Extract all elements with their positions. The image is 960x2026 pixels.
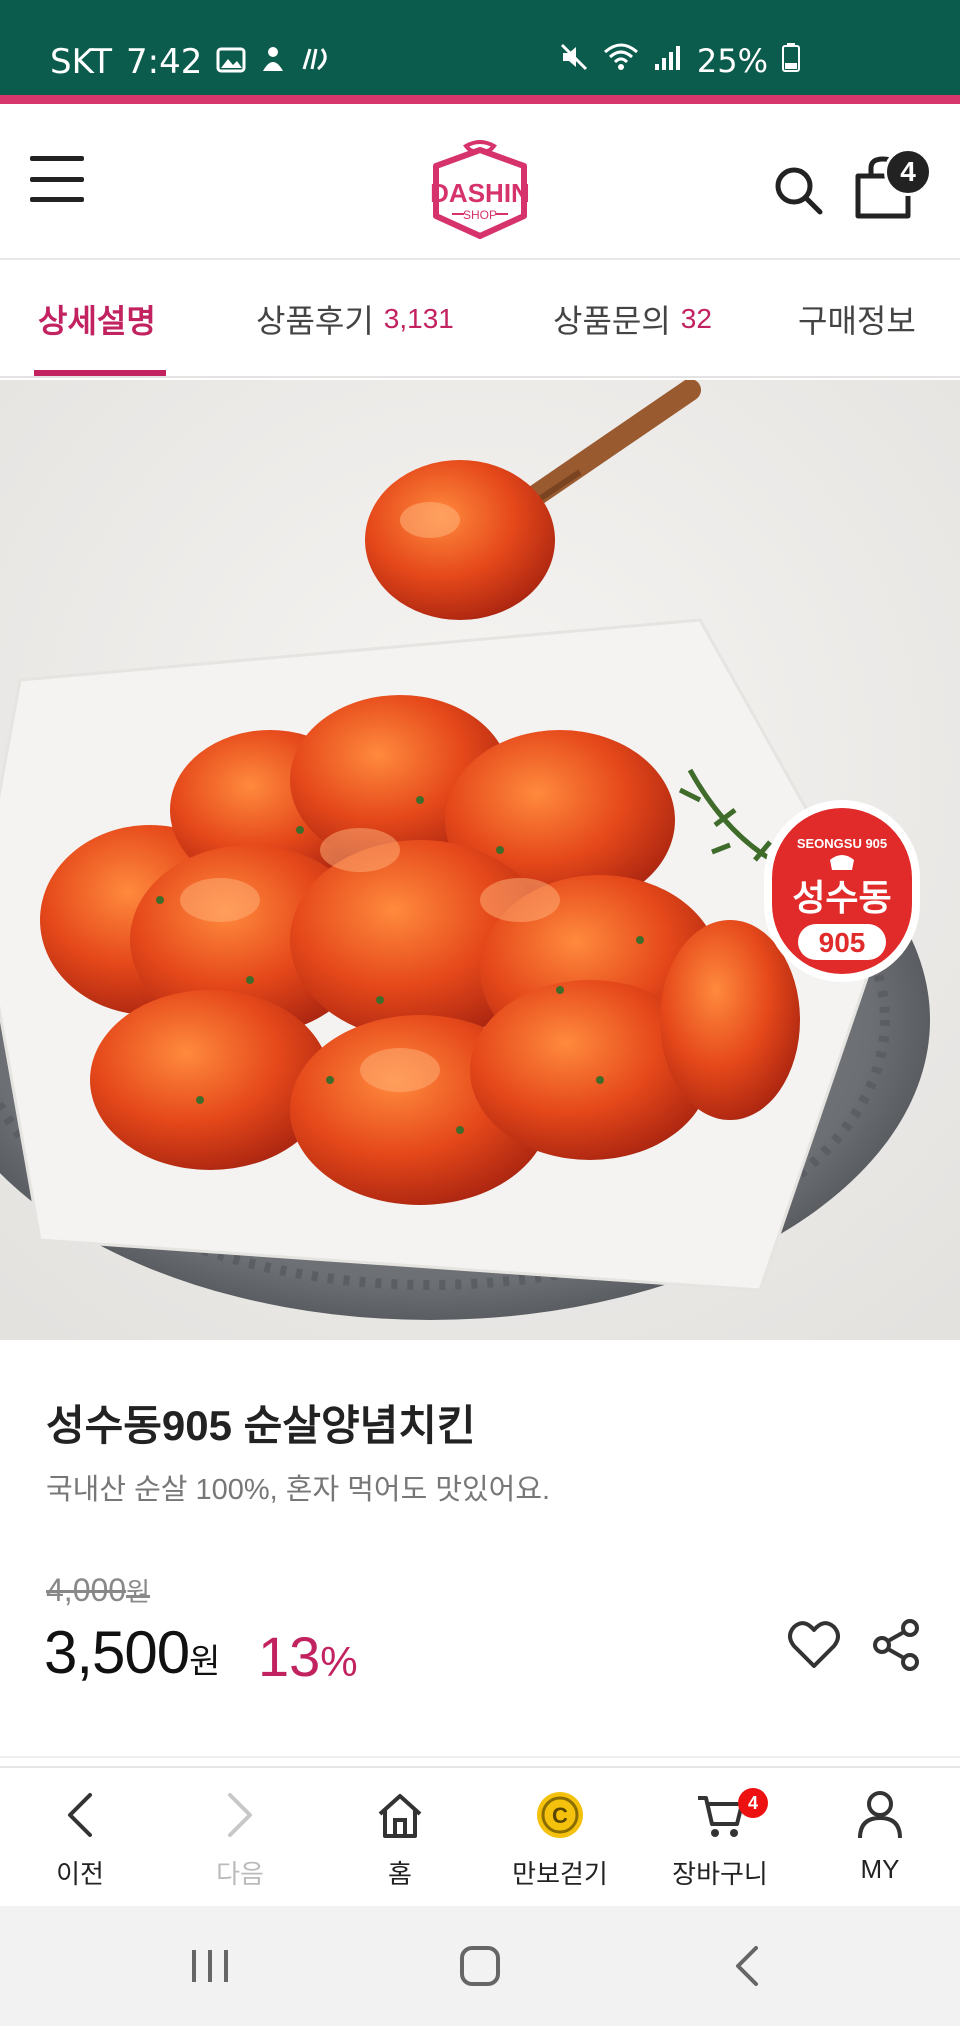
wishlist-button[interactable]: [786, 1616, 842, 1672]
hamburger-line: [30, 156, 84, 161]
mute-icon: [559, 42, 589, 80]
discount-value: 13: [258, 1625, 321, 1688]
chevron-right-icon: [213, 1788, 267, 1842]
nav-label: 홈: [388, 1859, 412, 1889]
product-tabs: 상세설명 상품후기 3,131 상품문의 32 구매정보: [0, 262, 960, 378]
back-chevron-icon: [736, 1946, 758, 1986]
status-bar-accent-line: [0, 95, 960, 104]
product-title: 성수동905 순살양념치킨: [46, 1402, 476, 1449]
share-button[interactable]: [872, 1618, 922, 1672]
original-price: 4,000원: [46, 1572, 150, 1609]
badge-top-text: SEONGSU 905: [797, 836, 887, 851]
heart-icon: [788, 1621, 840, 1668]
recent-apps-icon: [192, 1950, 228, 1982]
gallery-notification-icon: [216, 42, 246, 82]
bottom-navigation: 이전 다음 홈 C 만보걷기 장바구니 4 MY: [0, 1766, 960, 1906]
nav-my[interactable]: MY: [800, 1768, 960, 1908]
home-icon: [373, 1788, 427, 1842]
search-button[interactable]: [772, 164, 824, 216]
tab-review-count: 3,131: [383, 303, 454, 334]
user-icon: [853, 1788, 907, 1842]
badge-main-text: 성수동: [792, 878, 891, 919]
carrier-label: SKT: [50, 42, 113, 82]
tab-label: 상품후기: [256, 303, 374, 339]
svg-text:C: C: [552, 1803, 568, 1828]
coin-icon: C: [533, 1788, 587, 1842]
system-navigation-bar: [0, 1906, 960, 2026]
hamburger-line: [30, 197, 84, 202]
nav-back[interactable]: 이전: [0, 1768, 160, 1908]
share-icon: [873, 1619, 919, 1671]
chevron-left-icon: [53, 1788, 107, 1842]
tab-label: 구매정보: [798, 303, 916, 339]
back-system-button[interactable]: [718, 1936, 778, 1996]
home-square-icon: [460, 1946, 500, 1986]
nav-home[interactable]: 홈: [320, 1768, 480, 1908]
discount-rate: 13%: [258, 1624, 358, 1689]
nav-cart[interactable]: 장바구니: [640, 1768, 800, 1908]
battery-percent: 25%: [696, 42, 768, 80]
discount-unit: %: [320, 1638, 358, 1685]
nav-forward[interactable]: 다음: [160, 1768, 320, 1908]
nav-label: 장바구니: [672, 1859, 768, 1889]
original-price-unit: 원: [126, 1577, 150, 1607]
nav-pedometer[interactable]: C 만보걷기: [480, 1768, 640, 1908]
original-price-value: 4,000: [46, 1572, 127, 1608]
nav-label: 만보걷기: [512, 1859, 608, 1889]
product-image-carousel[interactable]: SEONGSU 905 성수동 905 1 / 6: [0, 380, 960, 1340]
nav-label: 이전: [56, 1859, 104, 1889]
nav-cart-badge: 4: [738, 1788, 768, 1818]
status-bar-left: SKT 7:42: [50, 42, 334, 82]
tab-inquiries[interactable]: 상품문의 32: [553, 262, 712, 376]
sale-price-value: 3,500: [44, 1619, 190, 1686]
seongsu-905-brand-badge: SEONGSU 905 성수동 905: [760, 796, 924, 986]
dashin-logo[interactable]: DASHIN SHOP: [418, 136, 542, 246]
app-logo-notification-icon: [300, 42, 334, 82]
product-subtitle: 국내산 순살 100%, 혼자 먹어도 맛있어요.: [46, 1474, 551, 1506]
tab-label: 상품문의: [553, 303, 671, 339]
tab-purchase-info[interactable]: 구매정보: [798, 262, 916, 376]
nav-label: MY: [860, 1854, 900, 1884]
logo-text: DASHIN: [430, 178, 530, 208]
badge-bottom-text: 905: [819, 927, 866, 958]
product-info: 성수동905 순살양념치킨 국내산 순살 100%, 혼자 먹어도 맛있어요. …: [0, 1340, 960, 1758]
wifi-icon: [603, 42, 639, 80]
home-system-button[interactable]: [450, 1936, 510, 1996]
clock: 7:42: [126, 42, 203, 82]
logo-subtext: SHOP: [463, 208, 497, 222]
cart-count-badge: 4: [884, 148, 932, 196]
tab-label: 상세설명: [38, 303, 156, 339]
hamburger-line: [30, 176, 84, 182]
nav-label: 다음: [216, 1859, 264, 1889]
tab-reviews[interactable]: 상품후기 3,131: [256, 262, 454, 376]
menu-button[interactable]: [30, 156, 88, 202]
active-tab-indicator: [34, 370, 166, 376]
search-icon: [775, 167, 823, 215]
app-notification-icon: [260, 42, 286, 82]
status-bar-right: 25%: [559, 42, 800, 80]
status-bar: SKT 7:42 25%: [0, 0, 960, 104]
sale-price: 3,500원: [44, 1618, 220, 1687]
tab-details[interactable]: 상세설명: [38, 262, 156, 376]
tab-inquiry-count: 32: [680, 303, 712, 334]
battery-icon: [782, 42, 800, 80]
app-header: DASHIN SHOP 4: [0, 104, 960, 260]
sale-price-unit: 원: [189, 1643, 220, 1681]
recent-apps-button[interactable]: [180, 1936, 240, 1996]
signal-icon: [653, 42, 683, 80]
